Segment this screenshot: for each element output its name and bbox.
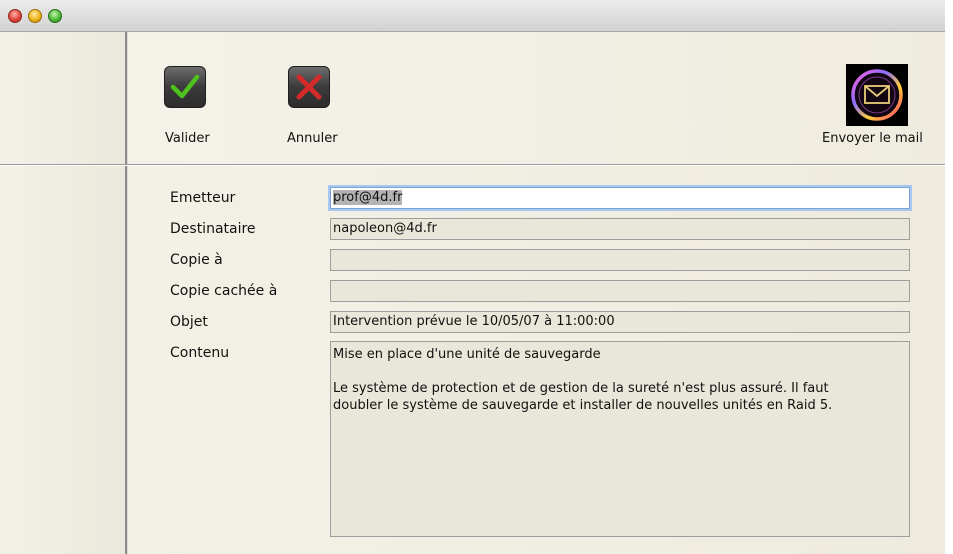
close-window-button[interactable]: [8, 9, 22, 23]
send-mail-button[interactable]: [846, 64, 908, 126]
sender-label: Emetteur: [170, 190, 236, 206]
cross-icon: [296, 74, 322, 100]
resize-corner[interactable]: [945, 541, 953, 554]
sender-field[interactable]: prof@4d.fr: [330, 187, 910, 209]
subject-label: Objet: [170, 314, 208, 330]
cancel-label[interactable]: Annuler: [287, 131, 338, 146]
left-panel: [0, 32, 125, 554]
send-mail-label[interactable]: Envoyer le mail: [822, 131, 923, 146]
cc-label: Copie à: [170, 252, 223, 268]
body-label: Contenu: [170, 345, 230, 361]
checkmark-icon: [170, 74, 200, 99]
minimize-window-button[interactable]: [28, 9, 42, 23]
cancel-button[interactable]: [288, 66, 330, 108]
bcc-label: Copie cachée à: [170, 283, 278, 299]
subject-field[interactable]: Intervention prévue le 10/05/07 à 11:00:…: [330, 311, 910, 333]
sender-value[interactable]: prof@4d.fr: [333, 190, 403, 205]
envelope-icon: [851, 69, 903, 121]
title-bar[interactable]: [0, 0, 945, 32]
bcc-field[interactable]: [330, 280, 910, 302]
validate-label[interactable]: Valider: [165, 131, 210, 146]
cc-field[interactable]: [330, 249, 910, 271]
mail-window: Valider Annuler Envoyer le mail Emetteur…: [0, 0, 945, 554]
validate-button[interactable]: [164, 66, 206, 108]
horizontal-divider: [0, 164, 945, 166]
zoom-window-button[interactable]: [48, 9, 62, 23]
body-textarea[interactable]: Mise en place d'une unité de sauvegarde …: [330, 341, 910, 537]
vertical-divider: [125, 32, 128, 554]
recipient-field[interactable]: napoleon@4d.fr: [330, 218, 910, 240]
recipient-label: Destinataire: [170, 221, 256, 237]
